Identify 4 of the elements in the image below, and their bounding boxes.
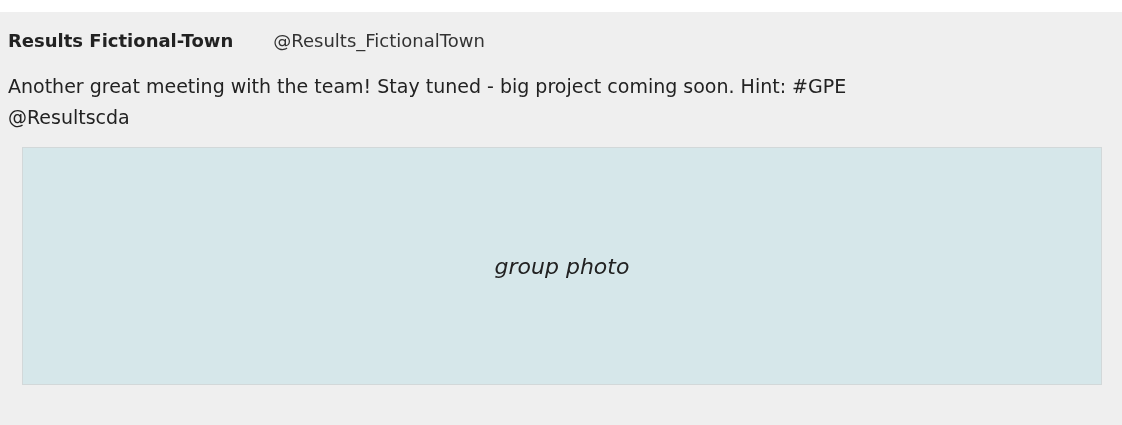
author-name: Results Fictional-Town xyxy=(8,30,234,51)
photo-caption: group photo xyxy=(494,253,630,279)
author-handle: @Results_FictionalTown xyxy=(273,30,485,51)
post-text: Another great meeting with the team! Stay tuned - big project coming soon. Hint: #GPE @Resultscda xyxy=(8,74,848,130)
